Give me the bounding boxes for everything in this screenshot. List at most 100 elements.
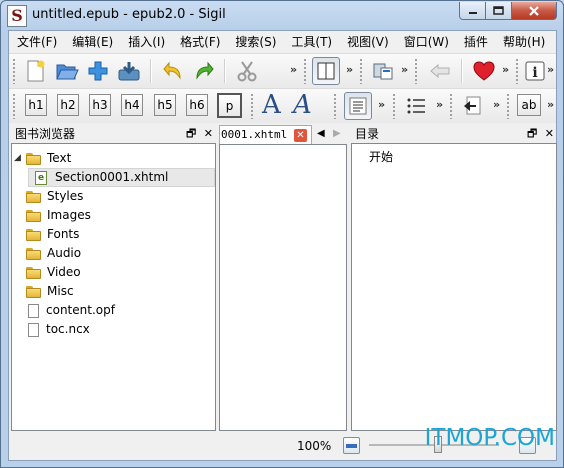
toolbar-overflow[interactable]: » <box>378 98 385 111</box>
cut-button[interactable] <box>233 57 261 85</box>
toolbar-overflow[interactable]: » <box>547 98 554 111</box>
spellcheck-button[interactable]: ab <box>517 94 541 116</box>
heading-3-button[interactable]: h3 <box>89 94 111 116</box>
heading-1-button[interactable]: h1 <box>25 94 47 116</box>
main-toolbar: » » » » i » <box>9 53 556 88</box>
close-button[interactable] <box>512 2 557 20</box>
toc-item[interactable]: 开始 <box>369 148 393 167</box>
menu-insert[interactable]: 插入(I) <box>120 32 172 52</box>
tree-item-fonts[interactable]: Fonts <box>26 225 79 244</box>
zoom-level: 100% <box>297 439 332 453</box>
menu-help[interactable]: 帮助(H) <box>495 32 552 52</box>
toolbar-grip[interactable] <box>449 93 453 119</box>
tree-item-images[interactable]: Images <box>26 206 91 225</box>
menu-format[interactable]: 格式(F) <box>172 32 227 52</box>
tree-item-content-opf[interactable]: content.opf <box>28 301 115 320</box>
tab-scroll-left-icon[interactable]: ◀ <box>317 128 325 139</box>
expand-arrow-icon[interactable]: ◢ <box>14 149 26 168</box>
toolbar-grip[interactable] <box>12 58 16 84</box>
client-area: 文件(F) 编辑(E) 插入(I) 格式(F) 搜索(S) 工具(T) 视图(V… <box>8 30 557 461</box>
tree-item-styles[interactable]: Styles <box>26 187 83 206</box>
minimize-icon <box>468 11 477 14</box>
toolbar-grip[interactable] <box>333 93 337 119</box>
tab-scroll-right-icon[interactable]: ▶ <box>333 128 341 139</box>
toolbar-grip[interactable] <box>359 58 363 84</box>
book-browser-title-bar: 图书浏览器 🗗 ✕ <box>11 125 216 143</box>
toolbar-overflow[interactable]: » <box>436 98 443 111</box>
new-file-button[interactable] <box>21 57 49 85</box>
menu-tools[interactable]: 工具(T) <box>283 32 339 52</box>
tree-item-section0001[interactable]: e Section0001.xhtml <box>28 168 215 187</box>
folder-icon <box>26 228 41 241</box>
increase-font-button[interactable]: A <box>262 90 281 120</box>
italic-button[interactable]: A <box>293 90 312 120</box>
toolbar-grip[interactable] <box>250 93 254 119</box>
toolbar-overflow[interactable]: » <box>502 63 509 76</box>
menu-plugins[interactable]: 插件 <box>456 32 495 52</box>
back-arrow-icon <box>430 63 450 79</box>
tree-item-toc-ncx[interactable]: toc.ncx <box>28 320 90 339</box>
open-button[interactable] <box>53 57 81 85</box>
minimize-button[interactable] <box>459 2 486 20</box>
bullet-list-icon <box>407 98 425 114</box>
toolbar-overflow[interactable]: » <box>290 63 297 76</box>
toolbar-grip[interactable] <box>392 93 396 119</box>
menu-bar: 文件(F) 编辑(E) 插入(I) 格式(F) 搜索(S) 工具(T) 视图(V… <box>9 31 556 53</box>
add-button[interactable] <box>84 57 112 85</box>
toolbar-grip[interactable] <box>515 58 519 84</box>
folder-icon <box>26 266 41 279</box>
toolbar-grip[interactable] <box>414 58 418 84</box>
toolbar-overflow[interactable]: » <box>346 63 353 76</box>
undo-button[interactable] <box>159 57 187 85</box>
outdent-button[interactable] <box>459 92 487 120</box>
heading-2-button[interactable]: h2 <box>57 94 79 116</box>
editor-tab-label: 0001.xhtml <box>221 128 288 141</box>
float-dock-icon[interactable]: 🗗 <box>186 127 196 140</box>
toc-title: 目录 <box>355 127 380 141</box>
heading-6-button[interactable]: h6 <box>186 94 208 116</box>
menu-window[interactable]: 窗口(W) <box>396 32 456 52</box>
heading-5-button[interactable]: h5 <box>154 94 176 116</box>
redo-button[interactable] <box>190 57 218 85</box>
menu-file[interactable]: 文件(F) <box>9 32 64 52</box>
code-editor[interactable] <box>219 144 347 431</box>
maximize-button[interactable] <box>486 2 512 20</box>
book-browser-panel: ◢ Text e Section0001.xhtml Styles Images… <box>11 143 216 431</box>
menu-view[interactable]: 视图(V) <box>339 32 396 52</box>
toolbar-grip[interactable] <box>303 58 307 84</box>
close-dock-icon[interactable]: ✕ <box>204 127 213 140</box>
tree-item-text[interactable]: ◢ Text <box>14 149 71 168</box>
save-button[interactable] <box>115 57 143 85</box>
close-tab-icon[interactable]: ✕ <box>294 129 307 142</box>
toolbar-grip[interactable] <box>12 93 16 119</box>
tree-item-misc[interactable]: Misc <box>26 282 74 301</box>
paragraph-button[interactable]: p <box>217 93 242 118</box>
float-dock-icon[interactable]: 🗗 <box>527 127 537 140</box>
xhtml-file-icon: e <box>35 170 47 185</box>
toolbar-overflow[interactable]: » <box>547 63 554 76</box>
watermark-text: ITMOP.COM <box>424 425 555 451</box>
toolbar-overflow[interactable]: » <box>493 98 500 111</box>
zoom-out-button[interactable] <box>343 437 360 454</box>
donate-button[interactable] <box>470 57 498 85</box>
minus-icon <box>346 443 357 448</box>
list-button[interactable] <box>402 92 430 120</box>
heading-4-button[interactable]: h4 <box>121 94 143 116</box>
toolbar-overflow[interactable]: » <box>401 63 408 76</box>
menu-edit[interactable]: 编辑(E) <box>64 32 120 52</box>
back-button[interactable] <box>426 57 454 85</box>
toolbar-grip[interactable] <box>506 93 510 119</box>
menu-search[interactable]: 搜索(S) <box>227 32 283 52</box>
align-button[interactable] <box>344 92 372 120</box>
split-view-button[interactable] <box>369 57 397 85</box>
editor-tab[interactable]: 0001.xhtml ✕ <box>219 125 312 145</box>
tree-item-video[interactable]: Video <box>26 263 81 282</box>
tree-item-audio[interactable]: Audio <box>26 244 81 263</box>
close-dock-icon[interactable]: ✕ <box>545 127 554 140</box>
info-button[interactable]: i <box>521 57 549 85</box>
title-bar[interactable]: S untitled.epub - epub2.0 - Sigil <box>1 1 563 30</box>
outdent-icon <box>464 96 481 115</box>
book-view-button[interactable] <box>312 57 340 85</box>
info-icon: i <box>525 61 545 81</box>
svg-text:i: i <box>532 65 537 81</box>
